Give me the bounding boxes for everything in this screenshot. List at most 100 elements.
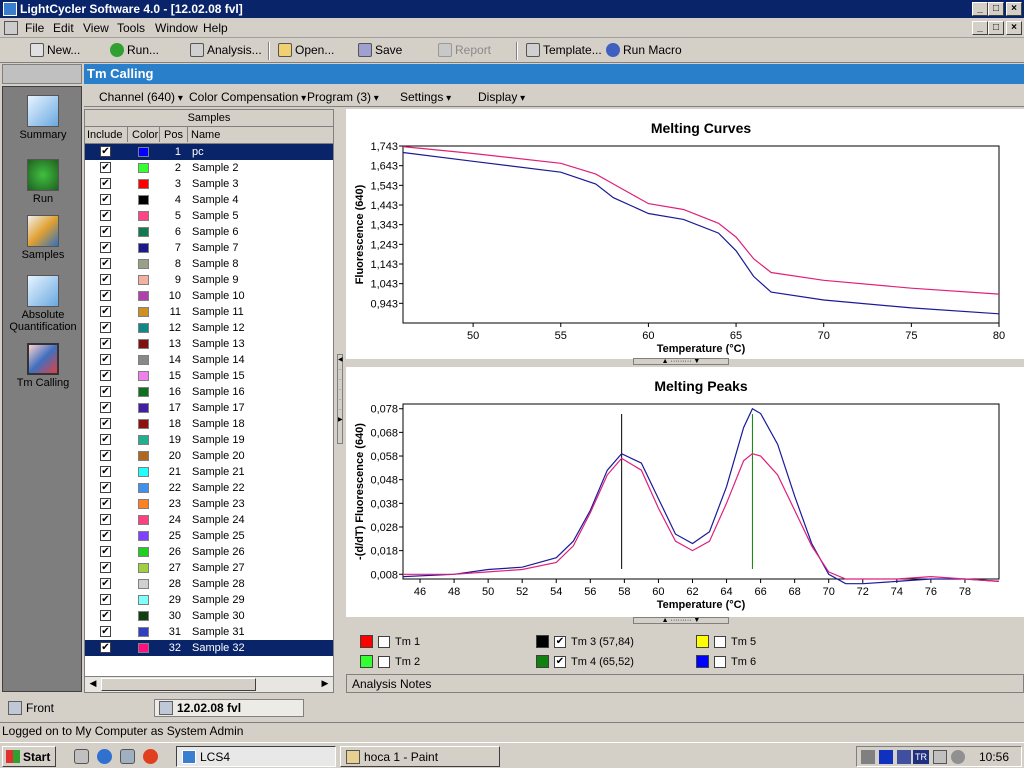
table-row[interactable]: ✔ 5 Sample 5: [85, 208, 333, 224]
menu-window[interactable]: Window: [155, 21, 198, 35]
doc-minimize-button[interactable]: _: [972, 21, 988, 35]
color-compensation-dropdown[interactable]: Color Compensation: [189, 90, 306, 104]
table-row[interactable]: ✔ 12 Sample 12: [85, 320, 333, 336]
internet-explorer-icon[interactable]: [97, 749, 112, 764]
color-swatch[interactable]: [138, 579, 149, 589]
document-icon[interactable]: [4, 21, 18, 35]
include-checkbox[interactable]: ✔: [100, 578, 111, 589]
table-row[interactable]: ✔ 18 Sample 18: [85, 416, 333, 432]
report-button[interactable]: Report: [438, 43, 491, 57]
include-checkbox[interactable]: ✔: [100, 402, 111, 413]
color-swatch[interactable]: [138, 355, 149, 365]
legend-item[interactable]: Tm 6: [696, 655, 756, 668]
nav-absolute-quantification[interactable]: Absolute Quantification: [3, 275, 83, 333]
include-checkbox[interactable]: ✔: [100, 594, 111, 605]
table-row[interactable]: ✔ 6 Sample 6: [85, 224, 333, 240]
scroll-left-arrow[interactable]: ◀: [86, 678, 100, 691]
table-row[interactable]: ✔ 20 Sample 20: [85, 448, 333, 464]
new-button[interactable]: New...: [30, 43, 80, 57]
include-checkbox[interactable]: ✔: [100, 274, 111, 285]
tray-app-icon[interactable]: [933, 750, 947, 764]
nav-summary[interactable]: Summary: [3, 95, 83, 141]
table-row[interactable]: ✔ 23 Sample 23: [85, 496, 333, 512]
include-checkbox[interactable]: ✔: [100, 306, 111, 317]
table-row[interactable]: ✔ 13 Sample 13: [85, 336, 333, 352]
color-swatch[interactable]: [138, 291, 149, 301]
program-dropdown[interactable]: Program (3): [307, 90, 379, 104]
table-row[interactable]: ✔ 7 Sample 7: [85, 240, 333, 256]
table-row[interactable]: ✔ 15 Sample 15: [85, 368, 333, 384]
include-checkbox[interactable]: ✔: [100, 226, 111, 237]
color-swatch[interactable]: [138, 307, 149, 317]
maximize-button[interactable]: □: [988, 2, 1004, 16]
color-swatch[interactable]: [138, 211, 149, 221]
menu-help[interactable]: Help: [203, 21, 228, 35]
color-swatch[interactable]: [138, 467, 149, 477]
include-checkbox[interactable]: ✔: [100, 466, 111, 477]
legend-checkbox[interactable]: [378, 655, 390, 668]
table-row[interactable]: ✔ 9 Sample 9: [85, 272, 333, 288]
include-checkbox[interactable]: ✔: [100, 210, 111, 221]
minimize-button[interactable]: _: [972, 2, 988, 16]
analysis-notes-bar[interactable]: Analysis Notes: [346, 674, 1024, 693]
legend-item[interactable]: Tm 5: [696, 635, 756, 648]
volume-icon[interactable]: [861, 750, 875, 764]
include-checkbox[interactable]: ✔: [100, 162, 111, 173]
include-checkbox[interactable]: ✔: [100, 642, 111, 653]
panel-splitter[interactable]: ◀ · · · · · ▶: [336, 109, 344, 693]
table-row[interactable]: ✔ 16 Sample 16: [85, 384, 333, 400]
legend-color-swatch[interactable]: [696, 635, 709, 648]
color-swatch[interactable]: [138, 531, 149, 541]
media-icon[interactable]: [143, 749, 158, 764]
color-swatch[interactable]: [138, 259, 149, 269]
color-swatch[interactable]: [138, 339, 149, 349]
include-checkbox[interactable]: ✔: [100, 626, 111, 637]
nav-tm-calling[interactable]: Tm Calling: [3, 343, 83, 389]
color-swatch[interactable]: [138, 147, 149, 157]
include-checkbox[interactable]: ✔: [100, 338, 111, 349]
network-tray-icon[interactable]: [897, 750, 911, 764]
color-swatch[interactable]: [138, 419, 149, 429]
legend-checkbox[interactable]: [378, 635, 390, 648]
nav-run[interactable]: Run: [3, 159, 83, 205]
include-checkbox[interactable]: ✔: [100, 370, 111, 381]
table-row[interactable]: ✔ 26 Sample 26: [85, 544, 333, 560]
doc-restore-button[interactable]: □: [988, 21, 1004, 35]
splitter-grip[interactable]: ◀ · · · · · ▶: [337, 354, 343, 444]
color-swatch[interactable]: [138, 163, 149, 173]
tab-front[interactable]: Front: [4, 699, 58, 717]
include-checkbox[interactable]: ✔: [100, 386, 111, 397]
include-checkbox[interactable]: ✔: [100, 178, 111, 189]
table-row[interactable]: ✔ 25 Sample 25: [85, 528, 333, 544]
color-swatch[interactable]: [138, 403, 149, 413]
legend-item[interactable]: Tm 2: [360, 655, 420, 668]
include-checkbox[interactable]: ✔: [100, 354, 111, 365]
close-button[interactable]: ×: [1006, 2, 1022, 16]
nav-samples[interactable]: Samples: [3, 215, 83, 261]
menu-file[interactable]: File: [25, 21, 44, 35]
include-checkbox[interactable]: ✔: [100, 258, 111, 269]
color-swatch[interactable]: [138, 227, 149, 237]
color-swatch[interactable]: [138, 563, 149, 573]
color-swatch[interactable]: [138, 483, 149, 493]
include-checkbox[interactable]: ✔: [100, 146, 111, 157]
table-row[interactable]: ✔ 32 Sample 32: [85, 640, 333, 656]
legend-color-swatch[interactable]: [360, 655, 373, 668]
tray-settings-icon[interactable]: [951, 750, 965, 764]
table-row[interactable]: ✔ 31 Sample 31: [85, 624, 333, 640]
menu-edit[interactable]: Edit: [53, 21, 74, 35]
open-button[interactable]: Open...: [278, 43, 334, 57]
color-swatch[interactable]: [138, 611, 149, 621]
color-swatch[interactable]: [138, 643, 149, 653]
table-row[interactable]: ✔ 19 Sample 19: [85, 432, 333, 448]
color-swatch[interactable]: [138, 275, 149, 285]
legend-checkbox[interactable]: ✔: [554, 655, 566, 668]
table-row[interactable]: ✔ 22 Sample 22: [85, 480, 333, 496]
color-swatch[interactable]: [138, 627, 149, 637]
table-row[interactable]: ✔ 27 Sample 27: [85, 560, 333, 576]
color-swatch[interactable]: [138, 435, 149, 445]
include-checkbox[interactable]: ✔: [100, 434, 111, 445]
table-row[interactable]: ✔ 4 Sample 4: [85, 192, 333, 208]
run-macro-button[interactable]: Run Macro: [606, 43, 682, 57]
include-checkbox[interactable]: ✔: [100, 498, 111, 509]
